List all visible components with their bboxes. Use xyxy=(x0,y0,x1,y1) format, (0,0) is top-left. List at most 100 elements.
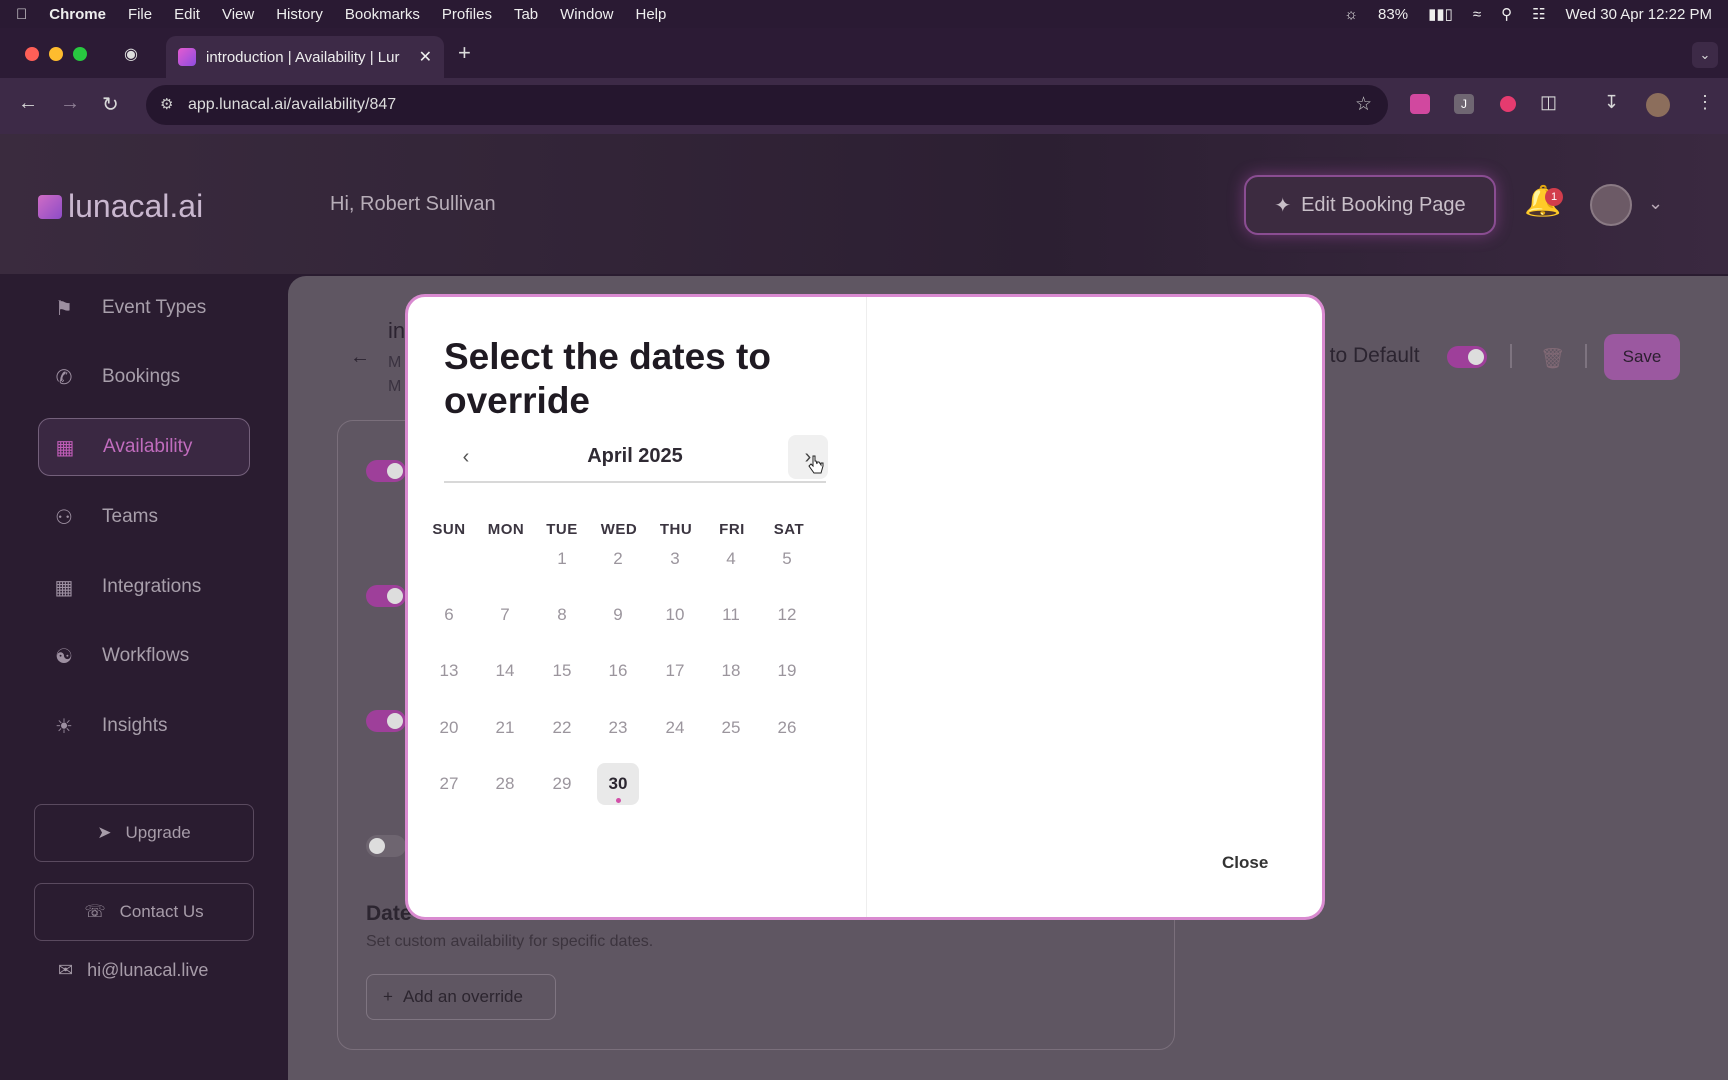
calendar-day[interactable]: 12 xyxy=(766,594,808,636)
close-tab-icon[interactable]: ✕ xyxy=(419,47,432,67)
battery-icon[interactable]: ▮▮▯ xyxy=(1428,5,1453,23)
menu-file[interactable]: File xyxy=(128,6,152,23)
menu-tab[interactable]: Tab xyxy=(514,6,538,23)
control-center-icon[interactable]: ☷ xyxy=(1532,5,1545,23)
extensions-puzzle-icon[interactable]: ◫ xyxy=(1540,92,1557,113)
calendar-day[interactable]: 25 xyxy=(710,707,752,749)
lunacal-logo[interactable]: lunacal.ai xyxy=(38,188,203,225)
calendar-day[interactable]: 24 xyxy=(654,707,696,749)
sidebar-item-label: Event Types xyxy=(102,297,207,318)
calendar-day[interactable]: 2 xyxy=(597,538,639,580)
default-schedule-toggle[interactable] xyxy=(1447,346,1487,368)
calendar-day[interactable]: 15 xyxy=(541,650,583,692)
clock[interactable]: Wed 30 Apr 12:22 PM xyxy=(1566,6,1712,23)
calendar-day[interactable]: 3 xyxy=(654,538,696,580)
edit-booking-page-button[interactable]: ✦ Edit Booking Page xyxy=(1244,175,1496,235)
calendar-day[interactable]: 18 xyxy=(710,650,752,692)
calendar-day[interactable]: 21 xyxy=(484,707,526,749)
menu-bookmarks[interactable]: Bookmarks xyxy=(345,6,420,23)
menu-edit[interactable]: Edit xyxy=(174,6,200,23)
calendar-day[interactable]: 22 xyxy=(541,707,583,749)
user-avatar[interactable] xyxy=(1590,184,1632,226)
record-icon[interactable]: ◉ xyxy=(124,44,138,64)
upgrade-button[interactable]: ➤ Upgrade xyxy=(34,804,254,862)
menu-history[interactable]: History xyxy=(276,6,323,23)
close-button[interactable]: Close xyxy=(1222,853,1268,873)
day-toggle[interactable] xyxy=(366,585,406,607)
mail-icon: ✉ xyxy=(58,960,74,980)
tab-title: introduction | Availability | Lur xyxy=(206,48,400,66)
chevron-down-icon[interactable]: ⌄ xyxy=(1648,193,1663,214)
add-override-button[interactable]: + Add an override xyxy=(366,974,556,1020)
day-toggle[interactable] xyxy=(366,460,406,482)
date-overrides-title: Date xyxy=(366,902,412,925)
calendar-day[interactable]: 9 xyxy=(597,594,639,636)
zoom-window-button[interactable] xyxy=(73,47,87,61)
calendar-day[interactable]: 26 xyxy=(766,707,808,749)
chrome-menu-icon[interactable]: ⋮ xyxy=(1696,92,1714,113)
calendar-day[interactable]: 5 xyxy=(766,538,808,580)
apple-icon[interactable]:  xyxy=(16,6,27,23)
calendar-day[interactable]: 23 xyxy=(597,707,639,749)
sidebar-item-teams[interactable]: ⚇ Teams xyxy=(38,488,250,546)
browser-tab[interactable]: introduction | Availability | Lur ✕ xyxy=(166,36,444,78)
save-button[interactable]: Save xyxy=(1604,334,1680,380)
bookmark-star-icon[interactable]: ☆ xyxy=(1355,93,1372,116)
calendar-day[interactable]: 1 xyxy=(541,538,583,580)
day-toggle[interactable] xyxy=(366,835,406,857)
calendar-day[interactable]: 20 xyxy=(428,707,470,749)
calendar-day[interactable]: 28 xyxy=(484,763,526,805)
back-arrow-icon[interactable]: ← xyxy=(350,346,370,369)
trash-icon[interactable]: 🗑 xyxy=(1540,346,1565,371)
site-info-icon[interactable]: ⚙ xyxy=(160,95,173,113)
menu-app-name[interactable]: Chrome xyxy=(49,6,106,23)
calendar-day[interactable]: 13 xyxy=(428,650,470,692)
calendar-day[interactable]: 7 xyxy=(484,594,526,636)
day-toggle[interactable] xyxy=(366,710,406,732)
calendar-day[interactable]: 29 xyxy=(541,763,583,805)
sidebar-item-insights[interactable]: ☀ Insights xyxy=(38,697,250,755)
calendar-day[interactable]: 6 xyxy=(428,594,470,636)
brightness-icon[interactable]: ☼ xyxy=(1344,6,1358,23)
menu-help[interactable]: Help xyxy=(636,6,667,23)
url-text: app.lunacal.ai/availability/847 xyxy=(188,96,397,113)
calendar-day[interactable]: 11 xyxy=(710,594,752,636)
extension-icon[interactable] xyxy=(1410,94,1430,114)
reload-icon[interactable]: ↻ xyxy=(102,92,119,117)
sidebar-item-availability[interactable]: ▦ Availability xyxy=(38,418,250,476)
address-bar[interactable]: ⚙ app.lunacal.ai/availability/847 ☆ xyxy=(146,85,1388,125)
calendar-day[interactable]: 8 xyxy=(541,594,583,636)
search-icon[interactable]: ⚲ xyxy=(1501,5,1512,23)
tab-search-button[interactable]: ⌄ xyxy=(1692,42,1718,68)
download-icon[interactable]: ↧ xyxy=(1604,92,1619,113)
menu-profiles[interactable]: Profiles xyxy=(442,6,492,23)
support-email-link[interactable]: ✉ hi@lunacal.live xyxy=(58,960,208,981)
new-tab-button[interactable]: + xyxy=(458,40,471,66)
calendar-day[interactable]: 19 xyxy=(766,650,808,692)
sidebar-item-workflows[interactable]: ☯ Workflows xyxy=(38,627,250,685)
calendar-day[interactable]: 17 xyxy=(654,650,696,692)
calendar-day[interactable]: 4 xyxy=(710,538,752,580)
calendar-day[interactable]: 16 xyxy=(597,650,639,692)
contact-us-button[interactable]: ☏ Contact Us xyxy=(34,883,254,941)
sidebar-item-event-types[interactable]: ⚑ Event Types xyxy=(38,279,250,337)
extension-j-icon[interactable]: J xyxy=(1454,94,1474,114)
sidebar-item-integrations[interactable]: ▦ Integrations xyxy=(38,558,250,616)
forward-icon[interactable]: → xyxy=(60,92,80,115)
calendar-day[interactable]: 27 xyxy=(428,763,470,805)
modal-title: Select the dates to override xyxy=(444,336,771,421)
menu-window[interactable]: Window xyxy=(560,6,613,23)
calendar-day[interactable]: 30 xyxy=(597,763,639,805)
back-icon[interactable]: ← xyxy=(18,92,38,115)
wifi-icon[interactable]: ≈ xyxy=(1473,6,1481,23)
calendar-day[interactable]: 10 xyxy=(654,594,696,636)
close-window-button[interactable] xyxy=(25,47,39,61)
phone-icon: ✆ xyxy=(55,366,73,389)
record-extension-icon[interactable] xyxy=(1500,96,1516,112)
menu-view[interactable]: View xyxy=(222,6,254,23)
calendar-day[interactable]: 14 xyxy=(484,650,526,692)
sidebar-item-bookings[interactable]: ✆ Bookings xyxy=(38,348,250,406)
profile-avatar[interactable] xyxy=(1646,93,1670,117)
magic-wand-icon: ✦ xyxy=(1274,194,1292,217)
minimize-window-button[interactable] xyxy=(49,47,63,61)
